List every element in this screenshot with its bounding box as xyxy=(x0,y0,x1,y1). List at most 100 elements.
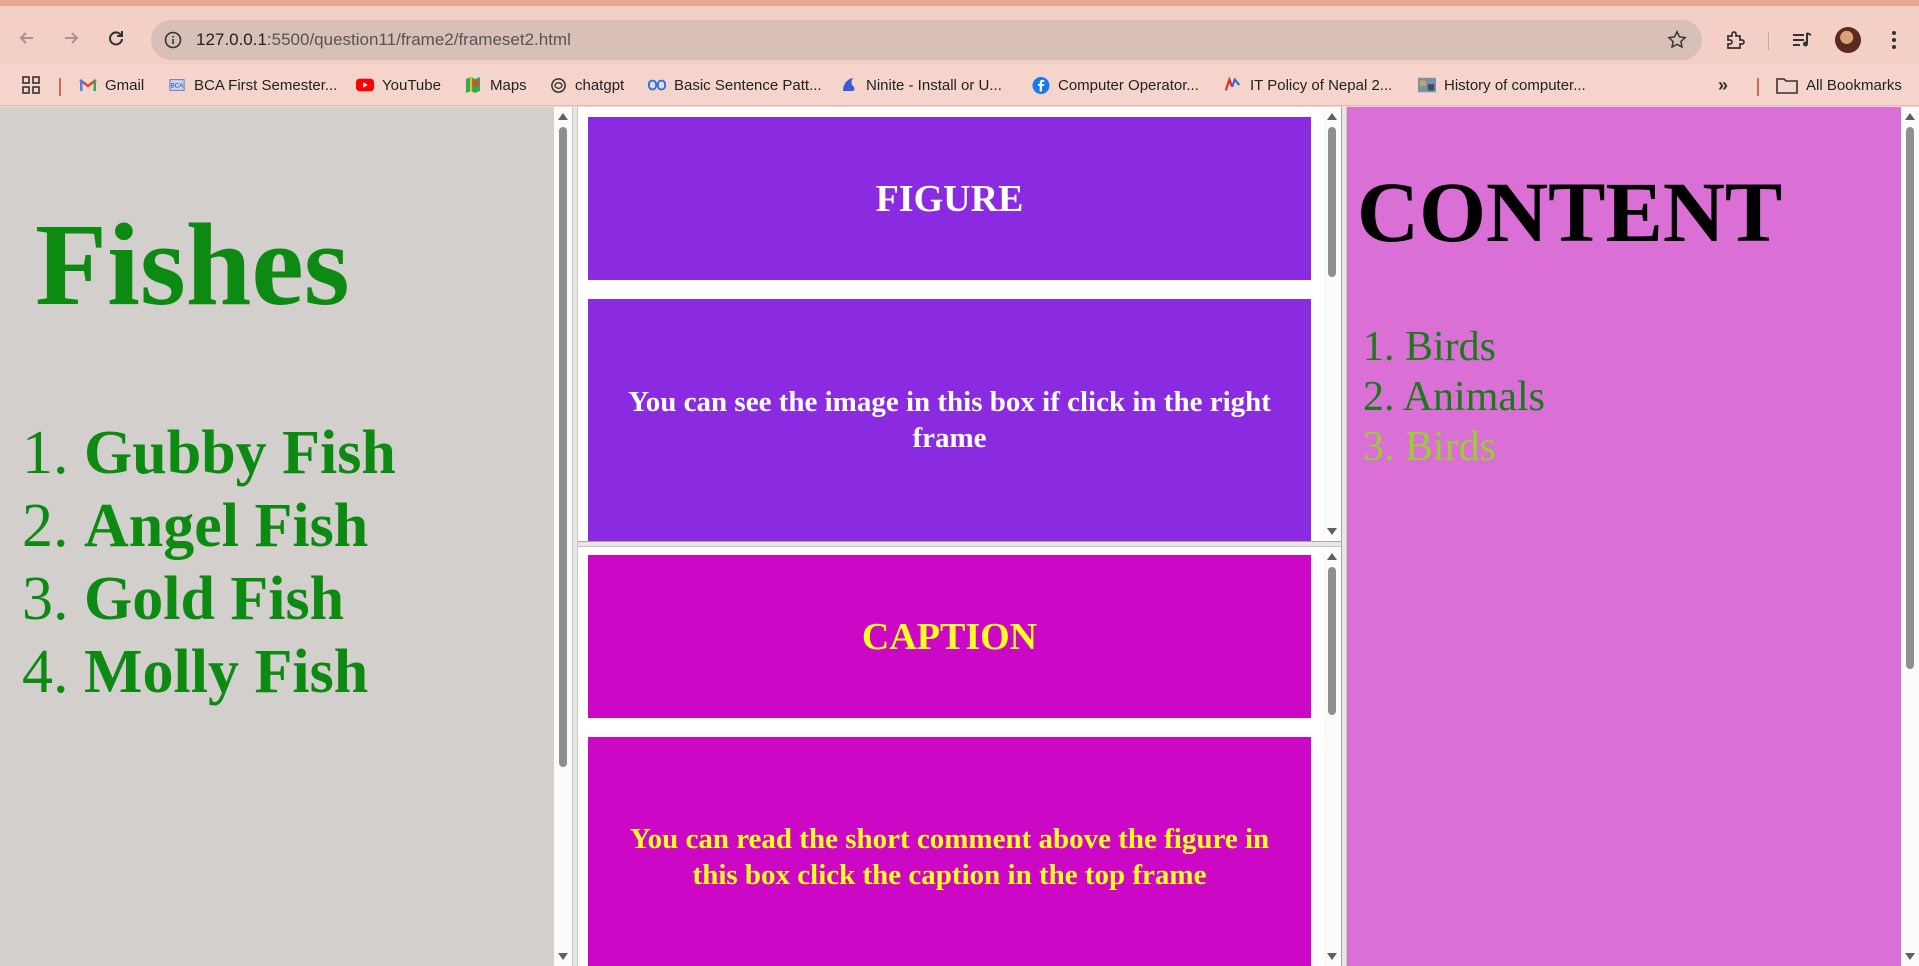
bookmark-label: chatgpt xyxy=(575,76,625,94)
scrollbar-thumb[interactable] xyxy=(1328,127,1336,277)
left-frame-scrollbar[interactable] xyxy=(554,107,572,966)
fish-name: Gold Fish xyxy=(84,565,345,633)
fish-name: Molly Fish xyxy=(84,638,369,706)
list-number: 1. xyxy=(22,419,69,487)
more-menu-icon[interactable] xyxy=(1882,28,1906,52)
maps-icon xyxy=(464,76,482,94)
link-text[interactable]: Animals xyxy=(1403,374,1545,420)
figure-frame-scrollbar[interactable] xyxy=(1323,107,1341,541)
scrollbar-thumb[interactable] xyxy=(1328,567,1336,715)
address-bar[interactable]: 127.0.0.1:5500/question11/frame2/framese… xyxy=(151,20,1702,60)
fish-list: 1. Gubby Fish 2. Angel Fish 3. Gold Fish… xyxy=(22,417,396,709)
list-number: 4. xyxy=(22,638,69,706)
reload-button[interactable] xyxy=(101,23,131,53)
list-number: 1. xyxy=(1363,324,1395,370)
bookmark-history-computer[interactable]: History of computer... xyxy=(1418,72,1586,98)
chevron-double-right-icon: » xyxy=(1718,74,1729,95)
reload-icon xyxy=(109,31,123,46)
extensions-icon[interactable] xyxy=(1723,28,1747,52)
profile-avatar[interactable] xyxy=(1835,27,1861,53)
bookmarks-separator xyxy=(1757,78,1759,96)
list-item: 3. Gold Fish xyxy=(22,563,396,636)
gmail-icon xyxy=(79,76,97,94)
itpolicy-icon xyxy=(1224,76,1242,94)
list-number: 2. xyxy=(1363,374,1395,420)
bookmark-bca[interactable]: BCA BCA First Semester... xyxy=(168,72,337,98)
folder-icon xyxy=(1776,76,1798,94)
content-link[interactable]: 2. Animals xyxy=(1363,372,1545,422)
content-heading: CONTENT xyxy=(1357,164,1783,260)
scroll-down-arrow-icon[interactable] xyxy=(1327,528,1337,535)
figure-heading: FIGURE xyxy=(588,117,1311,280)
arrow-left-icon xyxy=(19,32,33,44)
bookmarks-separator xyxy=(59,78,61,96)
bookmark-maps[interactable]: Maps xyxy=(464,72,527,98)
left-frame: Fishes 1. Gubby Fish 2. Angel Fish 3. Go… xyxy=(0,107,554,966)
scroll-up-arrow-icon[interactable] xyxy=(1905,113,1915,120)
link-text[interactable]: Birds xyxy=(1405,424,1496,470)
bookmark-youtube[interactable]: YouTube xyxy=(356,72,441,98)
bookmark-basic-sentence[interactable]: Basic Sentence Patt... xyxy=(648,72,822,98)
bookmark-gmail[interactable]: Gmail xyxy=(79,72,144,98)
scroll-down-arrow-icon[interactable] xyxy=(558,953,568,960)
list-number: 2. xyxy=(22,492,69,560)
bookmark-ninite[interactable]: Ninite - Install or U... xyxy=(840,72,1002,98)
caption-heading: CAPTION xyxy=(588,555,1311,718)
scroll-down-arrow-icon[interactable] xyxy=(1327,953,1337,960)
list-number: 3. xyxy=(22,565,69,633)
url-path: :5500/question11/frame2/frameset2.html xyxy=(266,30,571,49)
svg-text:BCA: BCA xyxy=(171,83,185,90)
bookmark-label: BCA First Semester... xyxy=(194,76,338,94)
youtube-icon xyxy=(356,76,374,94)
fish-name: Gubby Fish xyxy=(84,419,396,487)
bookmark-label: Ninite - Install or U... xyxy=(866,76,1002,94)
forward-button[interactable] xyxy=(56,23,86,53)
image-icon xyxy=(1418,76,1436,94)
content-link[interactable]: 3. Birds xyxy=(1363,422,1545,472)
all-bookmarks-button[interactable]: All Bookmarks xyxy=(1776,72,1902,98)
bookmark-label: Maps xyxy=(490,76,527,94)
chatgpt-icon xyxy=(549,76,567,94)
url-text: 127.0.0.1:5500/question11/frame2/framese… xyxy=(196,30,571,50)
facebook-icon xyxy=(1032,76,1050,94)
back-button[interactable] xyxy=(12,23,42,53)
scroll-up-arrow-icon[interactable] xyxy=(1327,113,1337,120)
bca-icon: BCA xyxy=(168,76,186,94)
scroll-down-arrow-icon[interactable] xyxy=(1905,953,1915,960)
bookmark-label: YouTube xyxy=(382,76,441,94)
arrow-right-icon xyxy=(65,32,79,44)
content-frame: CONTENT 1. Birds 2. Animals 3. Birds xyxy=(1347,107,1901,966)
bookmark-chatgpt[interactable]: chatgpt xyxy=(549,72,624,98)
fish-name: Angel Fish xyxy=(84,492,369,560)
toolbar-separator xyxy=(1768,32,1769,50)
apps-button[interactable] xyxy=(22,72,48,98)
media-control-icon[interactable] xyxy=(1790,28,1814,52)
caption-frame-scrollbar[interactable] xyxy=(1323,547,1341,966)
scrollbar-thumb[interactable] xyxy=(1906,127,1914,669)
content-list: 1. Birds 2. Animals 3. Birds xyxy=(1363,322,1545,472)
ninite-icon xyxy=(840,76,858,94)
list-item: 4. Molly Fish xyxy=(22,636,396,709)
scrollbar-thumb[interactable] xyxy=(559,127,567,767)
bookmarks-bar: Gmail BCA BCA First Semester... YouTube … xyxy=(0,64,1919,106)
url-host: 127.0.0.1 xyxy=(196,30,267,49)
content-link[interactable]: 1. Birds xyxy=(1363,322,1545,372)
link-text[interactable]: Birds xyxy=(1405,324,1496,370)
bookmark-it-policy[interactable]: IT Policy of Nepal 2... xyxy=(1224,72,1392,98)
site-info-icon[interactable] xyxy=(161,28,185,52)
fishes-heading: Fishes xyxy=(35,199,350,330)
all-bookmarks-label: All Bookmarks xyxy=(1806,76,1902,94)
scroll-up-arrow-icon[interactable] xyxy=(558,113,568,120)
figure-frame: FIGURE You can see the image in this box… xyxy=(578,107,1323,541)
scroll-up-arrow-icon[interactable] xyxy=(1327,553,1337,560)
link-icon xyxy=(648,76,666,94)
more-bookmarks-button[interactable]: » xyxy=(1718,72,1728,98)
bookmark-star-icon[interactable] xyxy=(1666,29,1688,51)
bookmark-label: Computer Operator... xyxy=(1058,76,1199,94)
browser-toolbar: 127.0.0.1:5500/question11/frame2/framese… xyxy=(0,6,1919,64)
content-frame-scrollbar[interactable] xyxy=(1901,107,1919,966)
bookmark-computer-operator[interactable]: Computer Operator... xyxy=(1032,72,1199,98)
bookmark-label: IT Policy of Nepal 2... xyxy=(1250,76,1393,94)
list-item: 1. Gubby Fish xyxy=(22,417,396,490)
apps-grid-icon xyxy=(22,76,40,94)
